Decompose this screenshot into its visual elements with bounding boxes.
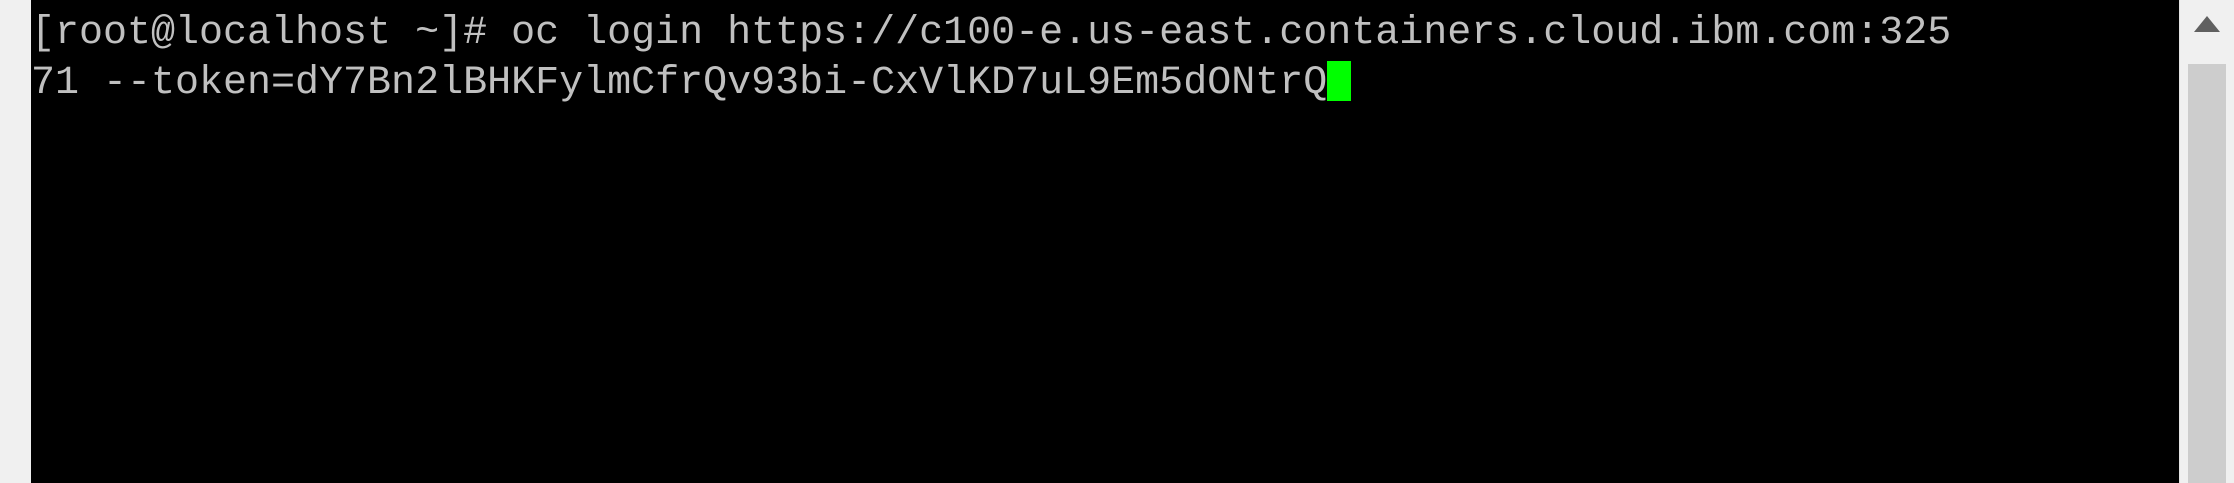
scrollbar-thumb[interactable] <box>2188 64 2226 483</box>
terminal-window: [root@localhost ~]# oc login https://c10… <box>0 0 2234 483</box>
triangle-up-icon <box>2194 16 2220 32</box>
command-text-line-2: 71 --token=dY7Bn2lBHKFylmCfrQv93bi-CxVlK… <box>31 61 1328 106</box>
command-text-line-1: [root@localhost ~]# oc login https://c10… <box>31 11 1952 56</box>
terminal-screen[interactable]: [root@localhost ~]# oc login https://c10… <box>31 0 2179 483</box>
window-left-border <box>0 0 31 483</box>
terminal-line-1: [root@localhost ~]# oc login https://c10… <box>31 8 1951 60</box>
terminal-line-2: 71 --token=dY7Bn2lBHKFylmCfrQv93bi-CxVlK… <box>31 58 1352 110</box>
scroll-up-button[interactable] <box>2180 0 2234 60</box>
vertical-scrollbar[interactable] <box>2179 0 2234 483</box>
text-cursor <box>1327 61 1352 101</box>
